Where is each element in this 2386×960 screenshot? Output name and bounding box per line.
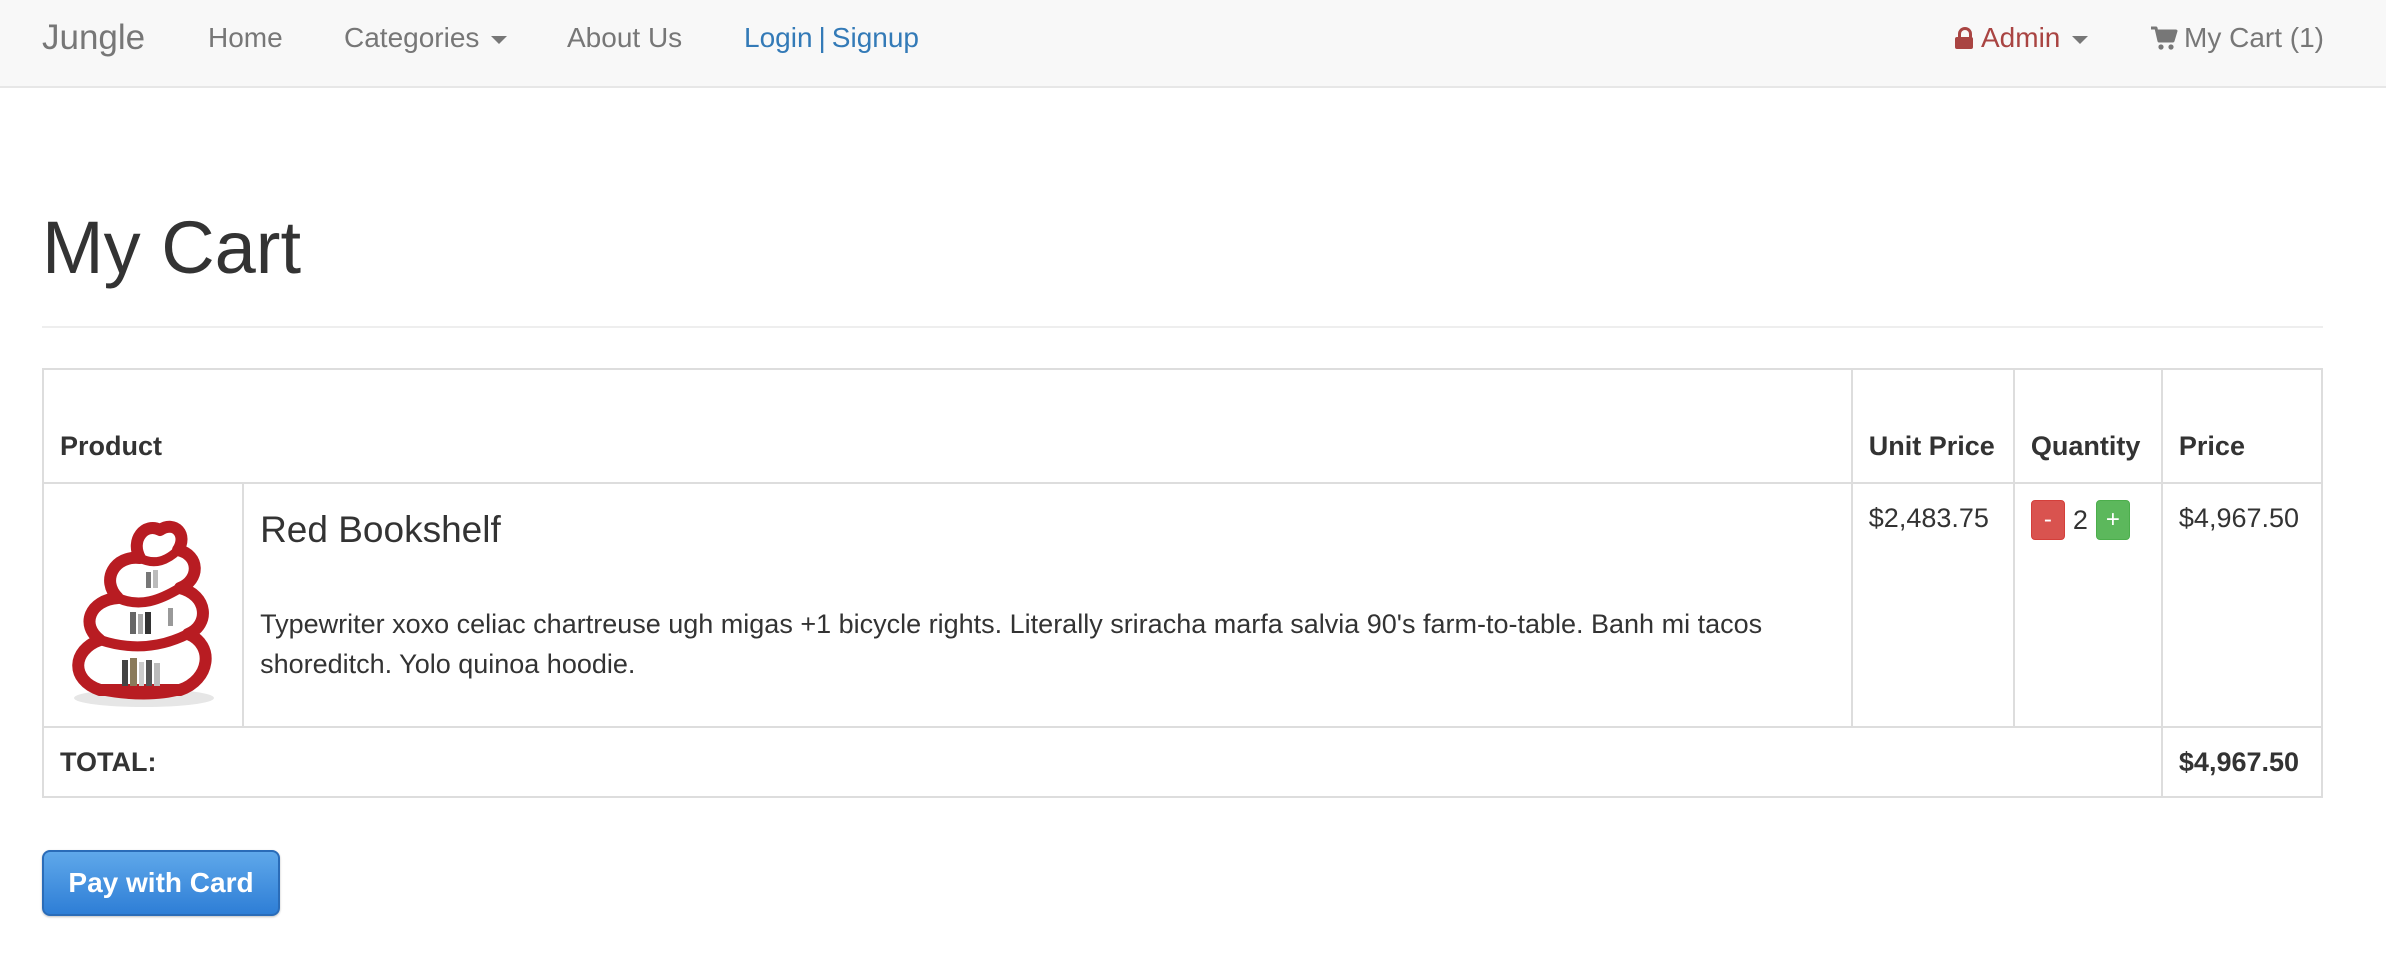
cart-table: Product Unit Price Quantity Price Red Bo… [41,368,2324,798]
my-cart-link[interactable]: My Cart (1) [2150,20,2324,56]
nav-about-link[interactable]: About Us [567,20,682,56]
header-quantity: Quantity [2012,368,2163,484]
header-product: Product [42,368,1853,484]
nav-categories-dropdown[interactable]: Categories [344,20,508,56]
caret-down-icon [2072,35,2089,44]
my-cart-label: My Cart (1) [2184,22,2324,53]
header-unit-price: Unit Price [1850,368,2015,484]
total-row: TOTAL: $4,967.50 [42,726,2324,798]
page-title: My Cart [42,206,301,289]
login-link[interactable]: Login [744,22,813,53]
increase-quantity-button[interactable]: + [2095,499,2130,540]
signup-link[interactable]: Signup [832,22,919,53]
nav-home-link[interactable]: Home [208,20,283,56]
table-row: Red Bookshelf Typewriter xoxo celiac cha… [41,482,2324,728]
header-price: Price [2160,368,2324,484]
shopping-cart-icon [2151,26,2178,50]
nav-categories-label: Categories [344,22,480,53]
total-label: TOTAL: [42,726,2163,798]
line-price-cell: $4,967.50 [2160,482,2324,728]
total-value: $4,967.50 [2160,726,2324,798]
table-header-row: Product Unit Price Quantity Price [42,368,2324,484]
product-info-cell: Red Bookshelf Typewriter xoxo celiac cha… [242,482,1853,728]
auth-separator: | [818,22,826,53]
caret-down-icon [491,35,508,44]
bookshelf-image[interactable] [60,500,226,710]
product-name[interactable]: Red Bookshelf [260,508,1835,552]
auth-links: Login | Signup [744,20,919,56]
lock-icon [1955,27,1973,49]
quantity-cell: -2 + [2012,482,2163,728]
pay-with-card-button[interactable]: Pay with Card [42,850,280,916]
header-divider [42,326,2323,328]
quantity-value: 2 [2072,504,2088,535]
brand-logo[interactable]: Jungle [42,16,145,60]
navbar: Jungle Home Categories About Us Login | Si… [0,0,2386,88]
product-description: Typewriter xoxo celiac chartreuse ugh mi… [260,609,1763,679]
decrease-quantity-button[interactable]: - [2030,499,2065,540]
unit-price-cell: $2,483.75 [1850,482,2015,728]
product-image-cell [41,482,245,728]
admin-label: Admin [1981,22,2061,53]
admin-dropdown[interactable]: Admin [1955,20,2089,56]
